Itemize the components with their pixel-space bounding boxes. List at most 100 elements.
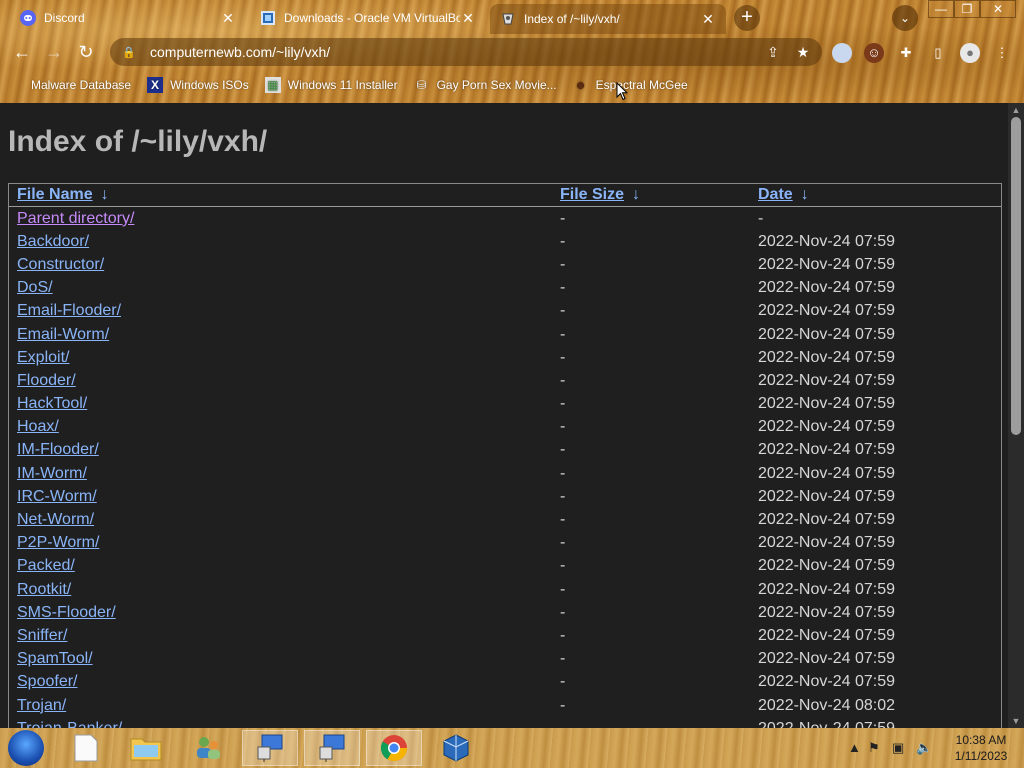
reload-button[interactable]: ↻ (76, 42, 96, 62)
column-header-size: File Size ↓ (552, 184, 750, 207)
directory-link[interactable]: Trojan-Banker/ (17, 720, 122, 728)
maximize-button[interactable]: ❐ (954, 0, 980, 18)
taskbar-file-explorer[interactable] (118, 730, 174, 766)
file-name-cell: Rootkit/ (9, 578, 552, 601)
file-size-cell: - (560, 673, 566, 691)
file-name-cell: Email-Flooder/ (9, 300, 552, 323)
close-icon[interactable]: ✕ (700, 11, 716, 28)
directory-link[interactable]: HackTool/ (17, 395, 87, 412)
tab-index-of[interactable]: Index of /~lily/vxh/ ✕ (490, 4, 726, 34)
tab-discord[interactable]: Discord ✕ (10, 4, 246, 32)
file-size-cell: - (560, 464, 566, 482)
file-name-cell: Packed/ (9, 555, 552, 578)
taskbar-chrome[interactable] (366, 730, 422, 766)
sort-by-size-link[interactable]: File Size (560, 186, 624, 203)
taskbar-network-app-2[interactable] (304, 730, 360, 766)
browser-toolbar: ← → ↻ 🔒 computernewb.com/~lily/vxh/ ⇪ ★ … (0, 34, 1024, 70)
directory-link[interactable]: Net-Worm/ (17, 511, 94, 528)
profile-icon[interactable]: ● (960, 43, 980, 63)
sort-arrow-icon[interactable]: ↓ (801, 186, 809, 203)
directory-link[interactable]: IRC-Worm/ (17, 488, 97, 505)
browser-frame: Discord ✕ Downloads - Oracle VM VirtualB… (0, 0, 1024, 103)
file-size-cell: - (552, 717, 750, 728)
close-window-button[interactable]: ✕ (980, 0, 1016, 18)
lock-icon[interactable]: 🔒 (122, 46, 136, 59)
sort-arrow-icon[interactable]: ↓ (632, 186, 640, 203)
parent-directory-link[interactable]: Parent directory/ (17, 210, 134, 227)
tab-strip: Discord ✕ Downloads - Oracle VM VirtualB… (0, 0, 1024, 34)
directory-link[interactable]: Backdoor/ (17, 233, 89, 250)
table-row: Email-Flooder/ - 2022-Nov-24 07:59 (9, 300, 1001, 323)
taskbar-notepad[interactable] (58, 730, 114, 766)
file-name-cell: Exploit/ (9, 346, 552, 369)
file-date-cell: 2022-Nov-24 07:59 (758, 348, 895, 366)
directory-link[interactable]: IM-Worm/ (17, 465, 87, 482)
scroll-up-icon[interactable]: ▲ (1008, 103, 1024, 117)
volume-icon[interactable]: 🔈 (916, 740, 932, 756)
directory-link[interactable]: Email-Flooder/ (17, 302, 121, 319)
share-icon[interactable]: ⇪ (762, 44, 784, 61)
taskbar-network-app-1[interactable] (242, 730, 298, 766)
tab-search-button[interactable]: ⌄ (892, 5, 918, 31)
directory-link[interactable]: Hoax/ (17, 418, 59, 435)
sort-arrow-icon[interactable]: ↓ (101, 186, 109, 203)
virtualbox-icon (260, 10, 276, 26)
scrollbar-thumb[interactable] (1011, 117, 1021, 435)
close-icon[interactable]: ✕ (460, 10, 476, 27)
directory-link[interactable]: IM-Flooder/ (17, 441, 99, 458)
file-rows: Parent directory/ - - Backdoor/ - 2022-Nov-24… (9, 207, 1001, 728)
file-date-cell: 2022-Nov-24 07:59 (758, 232, 895, 250)
taskbar-virtualbox[interactable] (428, 730, 484, 766)
extension-avatar-icon[interactable]: ☺ (864, 43, 884, 63)
start-button[interactable] (8, 730, 44, 766)
network-icon[interactable]: ▣ (892, 740, 904, 756)
forward-button[interactable]: → (44, 42, 64, 62)
show-hidden-icons-icon[interactable]: ▲ (848, 740, 861, 755)
file-date-cell: 2022-Nov-24 07:59 (758, 580, 895, 598)
bookmark-label: Gay Porn Sex Movie... (436, 78, 557, 92)
directory-link[interactable]: DoS/ (17, 279, 53, 296)
extension-flag-icon[interactable] (832, 43, 852, 63)
bookmark-espectral-mcgee[interactable]: ☻ Espectral McGee (573, 77, 687, 93)
table-row: SpamTool/ - 2022-Nov-24 07:59 (9, 648, 1001, 671)
directory-link[interactable]: Spoofer/ (17, 673, 77, 690)
bookmark-windows-isos[interactable]: X Windows ISOs (147, 77, 249, 93)
directory-link[interactable]: Trojan/ (17, 697, 66, 714)
directory-link[interactable]: SMS-Flooder/ (17, 604, 116, 621)
bookmark-windows-11-installer[interactable]: ▦ Windows 11 Installer (264, 77, 398, 93)
directory-link[interactable]: Sniffer/ (17, 627, 67, 644)
address-text[interactable]: computernewb.com/~lily/vxh/ (150, 44, 762, 60)
directory-link[interactable]: Exploit/ (17, 349, 69, 366)
bookmark-malware-database[interactable]: Malware Database (20, 77, 131, 93)
close-icon[interactable]: ✕ (220, 10, 236, 27)
directory-link[interactable]: Constructor/ (17, 256, 104, 273)
system-clock[interactable]: 10:38 AM 1/11/2023 (944, 732, 1018, 764)
directory-link[interactable]: Email-Worm/ (17, 326, 109, 343)
directory-link[interactable]: Rootkit/ (17, 581, 71, 598)
directory-link[interactable]: Packed/ (17, 557, 75, 574)
vertical-scrollbar[interactable]: ▲ ▼ (1008, 103, 1024, 728)
extensions-puzzle-icon[interactable]: ✚ (896, 43, 916, 63)
directory-link[interactable]: Flooder/ (17, 372, 76, 389)
bookmark-star-icon[interactable]: ★ (792, 44, 814, 61)
table-row: SMS-Flooder/ - 2022-Nov-24 07:59 (9, 601, 1001, 624)
taskbar-users[interactable] (180, 730, 236, 766)
menu-icon[interactable]: ⋮ (992, 43, 1012, 63)
new-tab-button[interactable]: + (734, 5, 760, 31)
sort-by-date-link[interactable]: Date (758, 186, 793, 203)
file-name-cell: IM-Flooder/ (9, 439, 552, 462)
tab-virtualbox-downloads[interactable]: Downloads - Oracle VM VirtualBox ✕ (250, 4, 486, 32)
back-button[interactable]: ← (12, 42, 32, 62)
address-bar[interactable]: 🔒 computernewb.com/~lily/vxh/ ⇪ ★ (110, 38, 822, 66)
action-center-flag-icon[interactable]: ⚑ (868, 740, 880, 756)
side-panel-icon[interactable]: ▯ (928, 43, 948, 63)
file-size-cell: - (560, 302, 566, 320)
directory-link[interactable]: P2P-Worm/ (17, 534, 99, 551)
image-icon: ▦ (264, 77, 281, 93)
minimize-button[interactable]: — (928, 0, 954, 18)
bookmark-gay-porn-sex-movie[interactable]: ⛁ Gay Porn Sex Movie... (414, 77, 557, 93)
file-date-cell: 2022-Nov-24 07:59 (758, 441, 895, 459)
sort-by-name-link[interactable]: File Name (17, 186, 93, 203)
directory-link[interactable]: SpamTool/ (17, 650, 93, 667)
scroll-down-icon[interactable]: ▼ (1008, 714, 1024, 728)
